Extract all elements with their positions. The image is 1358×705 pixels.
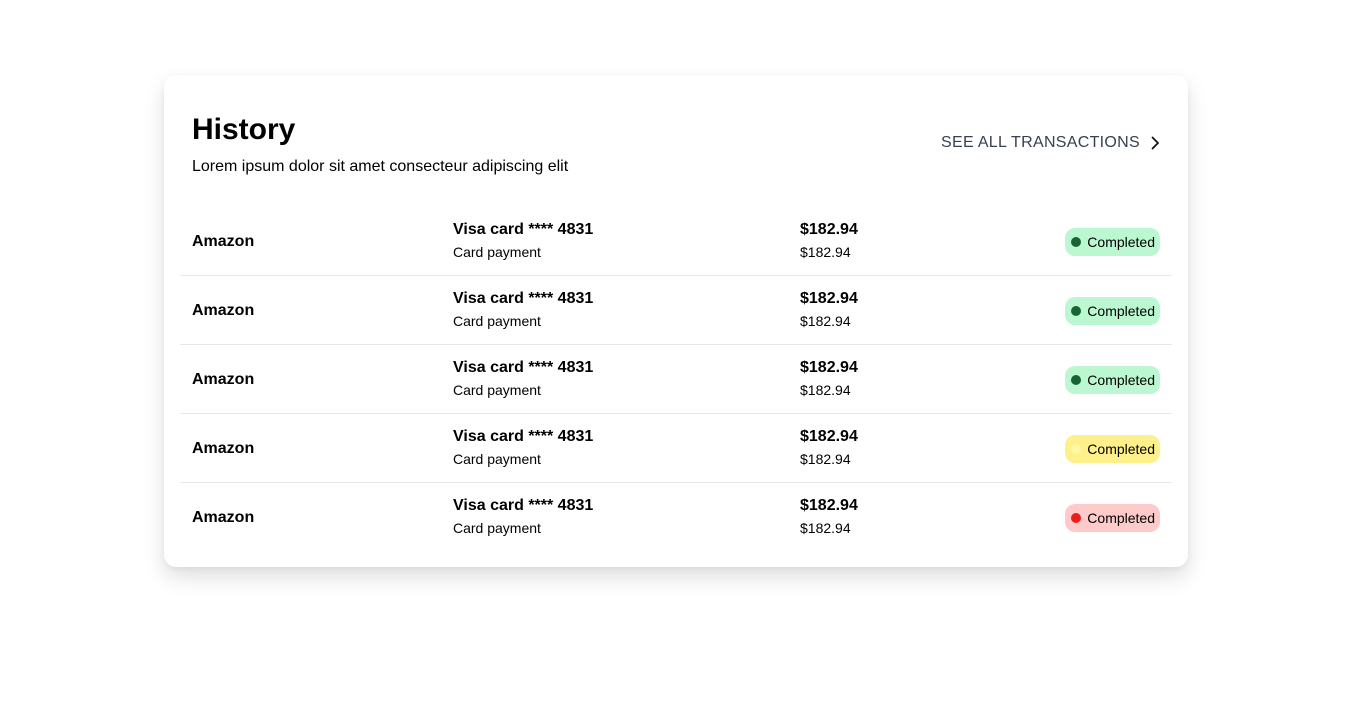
status-label: Completed — [1087, 372, 1155, 388]
payment-method: Visa card **** 4831 Card payment — [453, 220, 593, 261]
amount-sub-value: $182.94 — [800, 244, 851, 260]
history-card: History Lorem ipsum dolor sit amet conse… — [164, 75, 1188, 567]
transaction-list: Amazon Visa card **** 4831 Card payment … — [180, 207, 1172, 552]
status-label: Completed — [1087, 510, 1155, 526]
transaction-amount: $182.94 $182.94 — [800, 358, 858, 399]
payment-method: Visa card **** 4831 Card payment — [453, 496, 593, 537]
card-label: Visa card **** 4831 — [453, 359, 594, 376]
amount-value: $182.94 — [800, 428, 858, 445]
payment-type: Card payment — [453, 382, 541, 398]
amount-sub-value: $182.94 — [800, 520, 851, 536]
status-label: Completed — [1087, 234, 1155, 250]
amount-sub-value: $182.94 — [800, 451, 851, 467]
status-dot-icon — [1071, 513, 1082, 523]
page-subtitle: Lorem ipsum dolor sit amet consecteur ad… — [192, 158, 569, 175]
status-dot-icon — [1071, 237, 1082, 247]
merchant-name: Amazon — [192, 509, 255, 526]
transaction-row[interactable]: Amazon Visa card **** 4831 Card payment … — [180, 276, 1172, 345]
transaction-row[interactable]: Amazon Visa card **** 4831 Card payment … — [180, 483, 1172, 552]
payment-method: Visa card **** 4831 Card payment — [453, 427, 593, 468]
card-label: Visa card **** 4831 — [453, 221, 594, 238]
see-all-transactions-link[interactable]: SEE ALL TRANSACTIONS — [941, 134, 1160, 152]
payment-type: Card payment — [453, 520, 541, 536]
amount-value: $182.94 — [800, 290, 858, 307]
amount-sub-value: $182.94 — [800, 382, 851, 398]
payment-type: Card payment — [453, 451, 541, 467]
transaction-row[interactable]: Amazon Visa card **** 4831 Card payment … — [180, 207, 1172, 276]
page-title: History — [192, 113, 296, 146]
amount-value: $182.94 — [800, 221, 858, 238]
merchant-name: Amazon — [192, 440, 255, 457]
amount-value: $182.94 — [800, 497, 858, 514]
status-badge: Completed — [1065, 366, 1160, 394]
amount-value: $182.94 — [800, 359, 858, 376]
card-label: Visa card **** 4831 — [453, 290, 594, 307]
status-badge: Completed — [1065, 297, 1160, 325]
transaction-amount: $182.94 $182.94 — [800, 427, 858, 468]
status-dot-icon — [1071, 306, 1082, 316]
payment-type: Card payment — [453, 313, 541, 329]
chevron-right-icon — [1150, 136, 1160, 150]
merchant-name: Amazon — [192, 302, 255, 319]
merchant-name: Amazon — [192, 233, 255, 250]
status-label: Completed — [1087, 303, 1155, 319]
transaction-amount: $182.94 $182.94 — [800, 289, 858, 330]
merchant-name: Amazon — [192, 371, 255, 388]
payment-method: Visa card **** 4831 Card payment — [453, 358, 593, 399]
status-label: Completed — [1087, 441, 1155, 457]
transaction-row[interactable]: Amazon Visa card **** 4831 Card payment … — [180, 414, 1172, 483]
status-badge: Completed — [1065, 228, 1160, 256]
card-label: Visa card **** 4831 — [453, 497, 594, 514]
payment-method: Visa card **** 4831 Card payment — [453, 289, 593, 330]
payment-type: Card payment — [453, 244, 541, 260]
status-badge: Completed — [1065, 435, 1160, 463]
transaction-amount: $182.94 $182.94 — [800, 496, 858, 537]
status-dot-icon — [1071, 375, 1082, 385]
see-all-transactions-label: SEE ALL TRANSACTIONS — [941, 134, 1140, 151]
history-header: History Lorem ipsum dolor sit amet conse… — [192, 111, 1160, 181]
amount-sub-value: $182.94 — [800, 313, 851, 329]
status-badge: Completed — [1065, 504, 1160, 532]
transaction-row[interactable]: Amazon Visa card **** 4831 Card payment … — [180, 345, 1172, 414]
status-dot-icon — [1071, 444, 1082, 454]
card-label: Visa card **** 4831 — [453, 428, 594, 445]
transaction-amount: $182.94 $182.94 — [800, 220, 858, 261]
